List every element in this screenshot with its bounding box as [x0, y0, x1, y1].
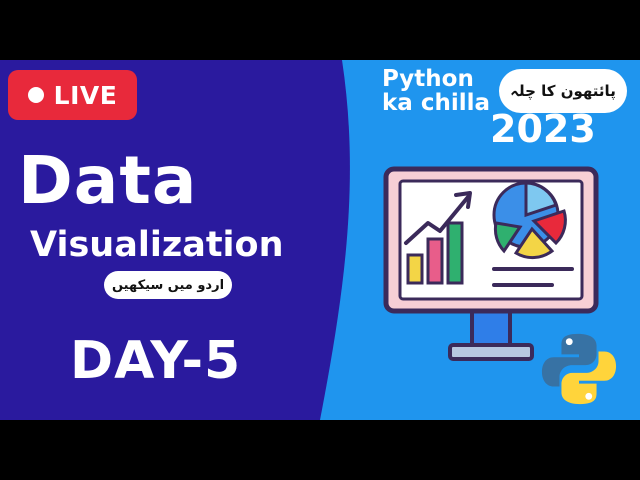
live-dot-icon	[27, 87, 44, 103]
python-logo-icon	[541, 333, 617, 405]
course-year: 2023	[490, 107, 596, 151]
title-data: Data	[18, 142, 198, 219]
urdu-subtitle-pill: اردو میں سیکھیں	[104, 271, 232, 299]
day-label: DAY-5	[70, 331, 242, 391]
course-name: Python ka chilla	[382, 67, 490, 115]
course-name-line2: ka chilla	[382, 90, 491, 116]
live-label: LIVE	[53, 80, 118, 110]
live-badge: LIVE	[8, 70, 137, 120]
video-frame: LIVE Data Visualization اردو میں سیکھیں …	[0, 0, 640, 480]
course-name-line1: Python	[382, 66, 474, 92]
thumbnail: LIVE Data Visualization اردو میں سیکھیں …	[0, 60, 640, 420]
title-visualization: Visualization	[30, 225, 284, 265]
urdu-course-name: پائتھون کا چلہ	[510, 82, 616, 100]
urdu-subtitle: اردو میں سیکھیں	[111, 277, 225, 293]
